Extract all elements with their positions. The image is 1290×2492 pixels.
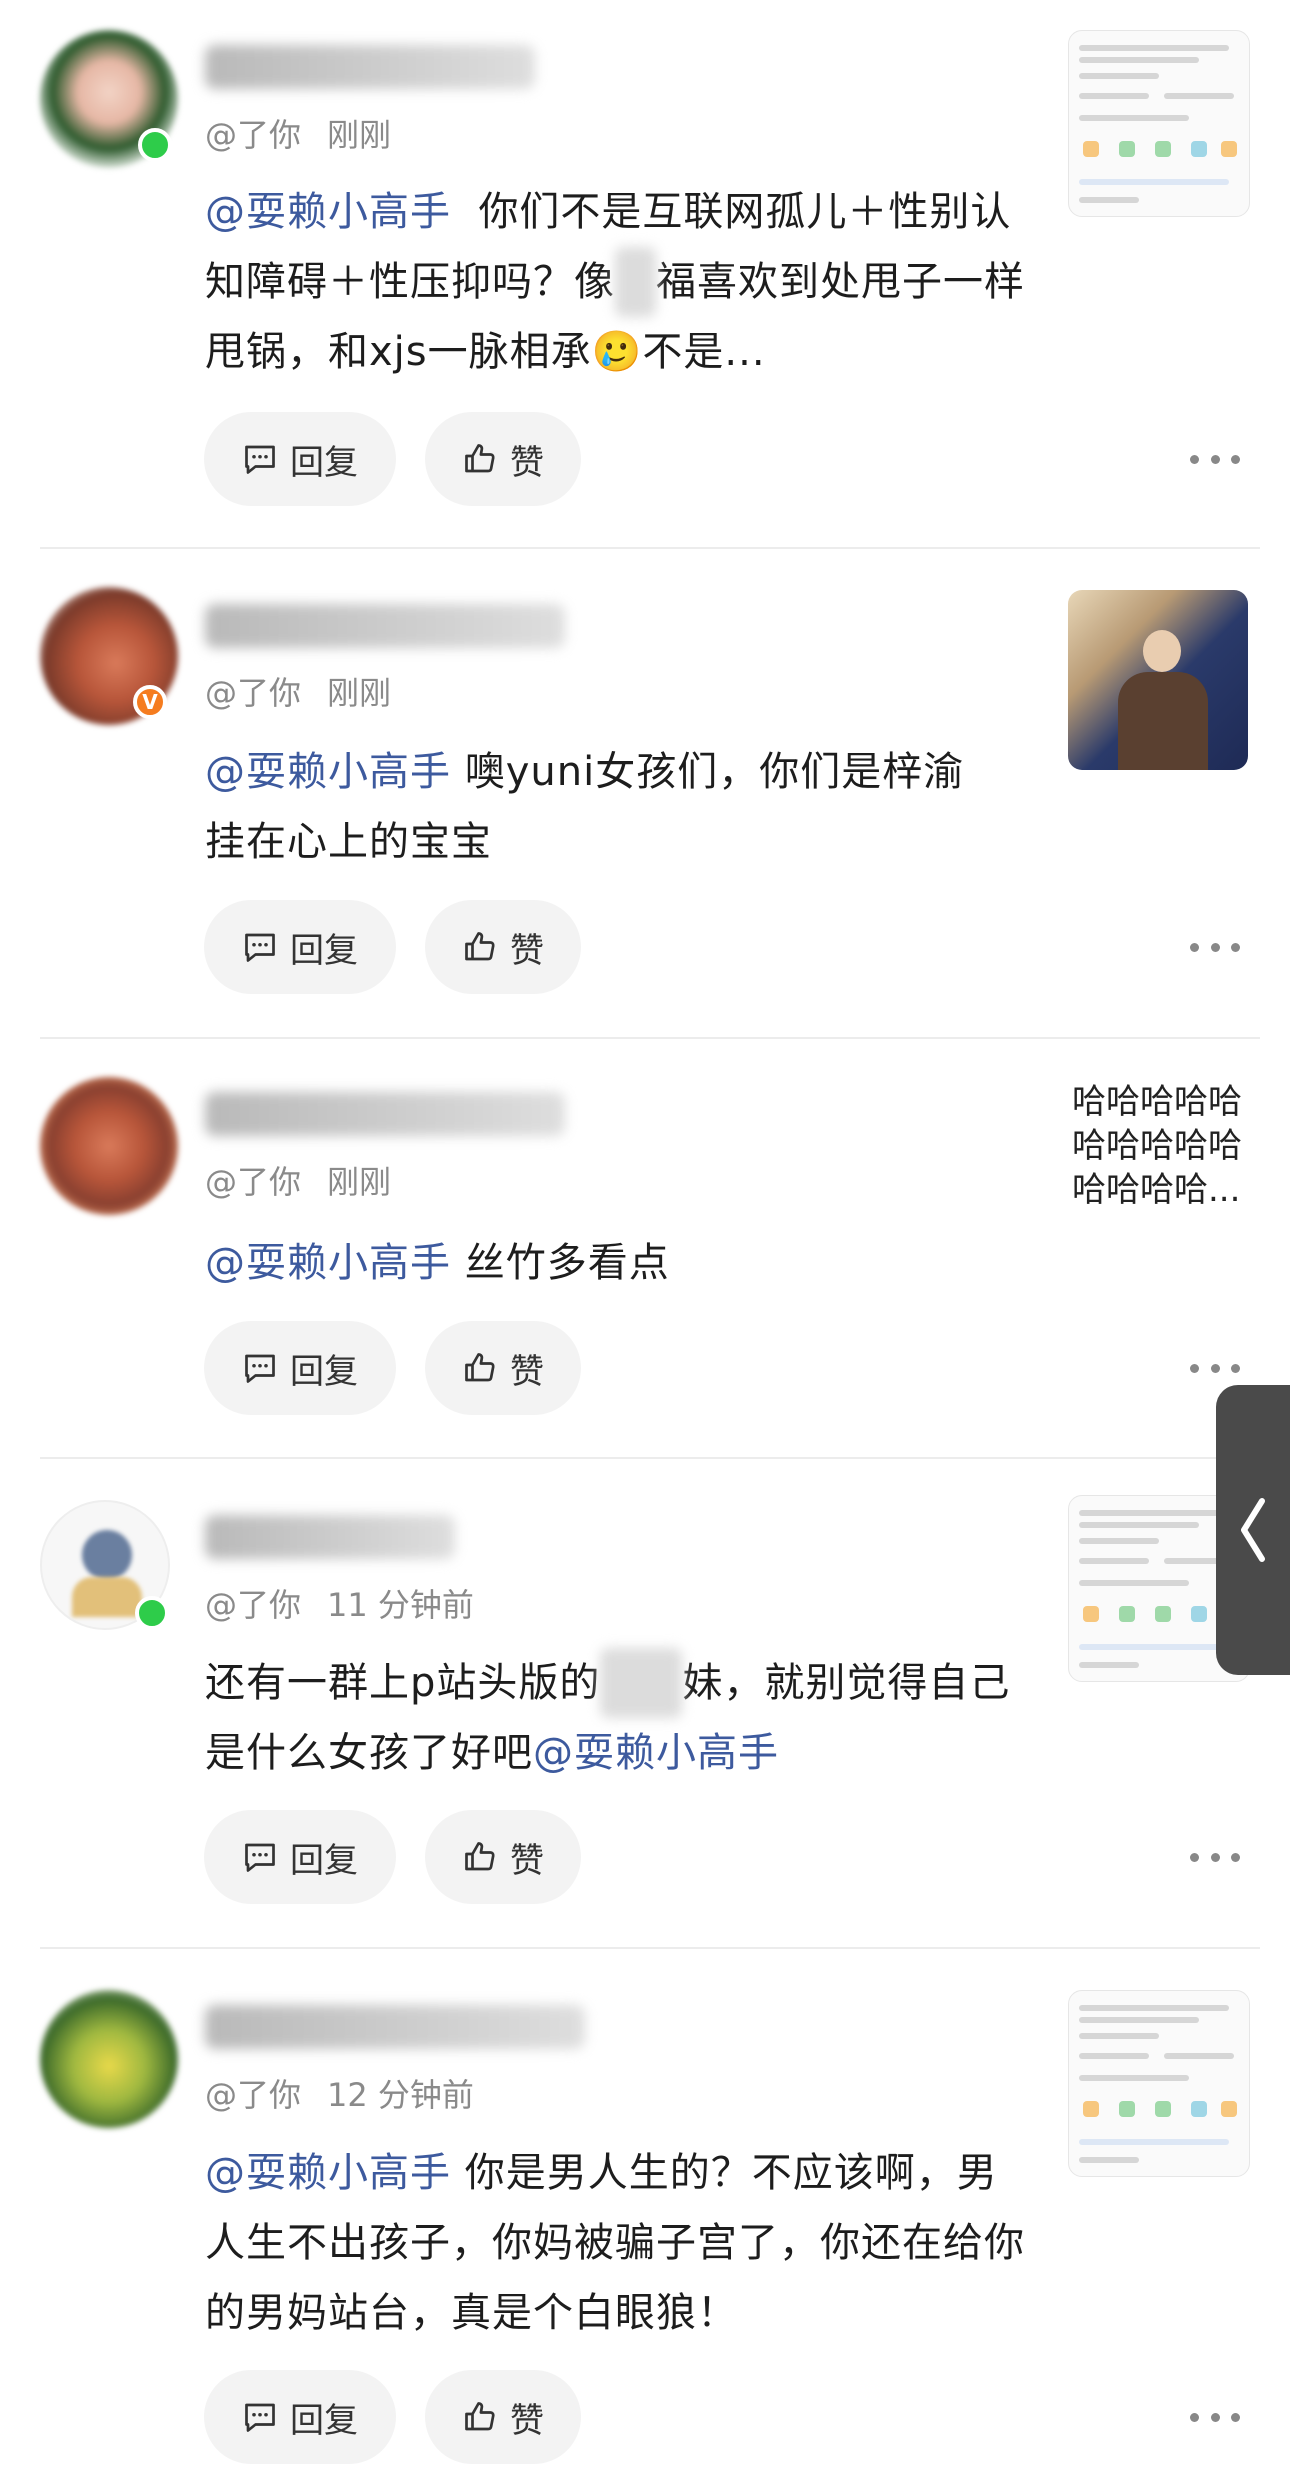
more-icon[interactable]	[1190, 937, 1240, 957]
divider	[40, 1037, 1260, 1039]
reply-to-handle: @了你	[205, 674, 302, 712]
avatar[interactable]	[40, 1077, 178, 1215]
comment-meta: @了你 12 分钟前	[205, 2070, 474, 2116]
mention-link[interactable]: @耍赖小高手	[205, 1240, 451, 1286]
like-button[interactable]: 赞	[425, 1810, 581, 1904]
reply-button[interactable]: 回复	[204, 1810, 396, 1904]
comment-meta: @了你 刚刚	[205, 1157, 391, 1203]
reply-label: 回复	[290, 1840, 358, 1881]
mention-link[interactable]: @耍赖小高手	[533, 1730, 779, 1776]
avatar[interactable]	[40, 1990, 178, 2128]
username-blurred[interactable]	[205, 1515, 455, 1559]
comment-icon	[245, 933, 275, 962]
comment-icon	[245, 2403, 275, 2432]
post-thumbnail[interactable]	[1068, 30, 1250, 217]
divider	[40, 1457, 1260, 1459]
reply-button[interactable]: 回复	[204, 1321, 396, 1415]
like-label: 赞	[510, 930, 544, 971]
verified-badge: V	[133, 685, 167, 719]
comment-text: @耍赖小高手 你是男人生的？不应该啊，男人生不出孩子，你妈被骗子宫了，你还在给你…	[205, 2138, 1025, 2348]
reply-button[interactable]: 回复	[204, 900, 396, 994]
thumbs-up-icon	[465, 2402, 495, 2431]
like-button[interactable]: 赞	[425, 2370, 581, 2464]
thumbs-up-icon	[465, 1353, 495, 1382]
blurred-text: 小	[615, 247, 656, 317]
blurred-text: 妹妹	[600, 1648, 683, 1718]
divider	[40, 1947, 1260, 1949]
username-blurred[interactable]	[205, 604, 565, 648]
username-blurred[interactable]	[205, 2005, 585, 2049]
like-button[interactable]: 赞	[425, 1321, 581, 1415]
like-label: 赞	[510, 442, 544, 483]
reply-label: 回复	[290, 442, 358, 483]
comment-text-part: 还有一群上p站头版的	[205, 1660, 601, 1706]
reply-to-handle: @了你	[205, 116, 302, 154]
more-icon[interactable]	[1190, 1847, 1240, 1867]
timestamp: 刚刚	[327, 674, 392, 712]
divider	[40, 547, 1260, 549]
reply-to-handle: @了你	[205, 1163, 302, 1201]
reply-label: 回复	[290, 2400, 358, 2441]
mention-link[interactable]: @耍赖小高手	[205, 189, 451, 235]
mention-link[interactable]: @耍赖小高手	[205, 749, 451, 795]
comment-text: 还有一群上p站头版的妹妹妹，就别觉得自己是什么女孩了好吧@耍赖小高手	[205, 1648, 1035, 1788]
comment-icon	[245, 1354, 275, 1383]
reply-button[interactable]: 回复	[204, 2370, 396, 2464]
comment-feed: @了你刚刚 @耍赖小高手 你们不是互联网孤儿＋性别认知障碍＋性压抑吗？像小福喜欢…	[0, 0, 1290, 2492]
post-thumbnail[interactable]	[1068, 1990, 1250, 2177]
comment-text: @耍赖小高手 丝竹多看点	[205, 1228, 1025, 1298]
comment-text: @耍赖小高手 你们不是互联网孤儿＋性别认知障碍＋性压抑吗？像小福喜欢到处甩子一样…	[205, 177, 1025, 387]
more-icon[interactable]	[1190, 1358, 1240, 1378]
like-label: 赞	[510, 1840, 544, 1881]
post-preview-text[interactable]: 哈哈哈哈哈哈哈哈哈哈哈哈哈哈...	[1072, 1080, 1262, 1212]
username-blurred[interactable]	[205, 1092, 565, 1136]
more-icon[interactable]	[1190, 2407, 1240, 2427]
like-label: 赞	[510, 1351, 544, 1392]
timestamp: 刚刚	[327, 116, 392, 154]
timestamp: 11 分钟前	[327, 1586, 474, 1624]
comment-icon	[245, 445, 275, 474]
like-label: 赞	[510, 2400, 544, 2441]
thumbs-up-icon	[465, 1842, 495, 1871]
chevron-left-icon	[1241, 1498, 1265, 1562]
like-button[interactable]: 赞	[425, 412, 581, 506]
online-badge	[138, 128, 172, 162]
timestamp: 12 分钟前	[327, 2076, 474, 2114]
comment-meta: @了你 11 分钟前	[205, 1580, 474, 1626]
comment-text-part: 丝竹多看点	[451, 1240, 670, 1286]
comment-icon	[245, 1843, 275, 1872]
timestamp: 刚刚	[327, 1163, 392, 1201]
reply-to-handle: @了你	[205, 2076, 302, 2114]
reply-label: 回复	[290, 1351, 358, 1392]
post-image[interactable]	[1068, 590, 1248, 770]
side-panel-handle[interactable]	[1216, 1385, 1290, 1675]
mention-link[interactable]: @耍赖小高手	[205, 2150, 451, 2196]
reply-label: 回复	[290, 930, 358, 971]
comment-meta: @了你 刚刚	[205, 668, 391, 714]
reply-button[interactable]: 回复	[204, 412, 396, 506]
comment-meta: @了你 刚刚	[205, 110, 391, 156]
like-button[interactable]: 赞	[425, 900, 581, 994]
thumbs-up-icon	[465, 932, 495, 961]
thumbs-up-icon	[465, 444, 495, 473]
username-blurred[interactable]	[205, 45, 535, 89]
online-badge	[135, 1596, 169, 1630]
comment-text: @耍赖小高手 噢yuni女孩们，你们是梓渝挂在心上的宝宝	[205, 737, 1005, 877]
more-icon[interactable]	[1190, 449, 1240, 469]
reply-to-handle: @了你	[205, 1586, 302, 1624]
